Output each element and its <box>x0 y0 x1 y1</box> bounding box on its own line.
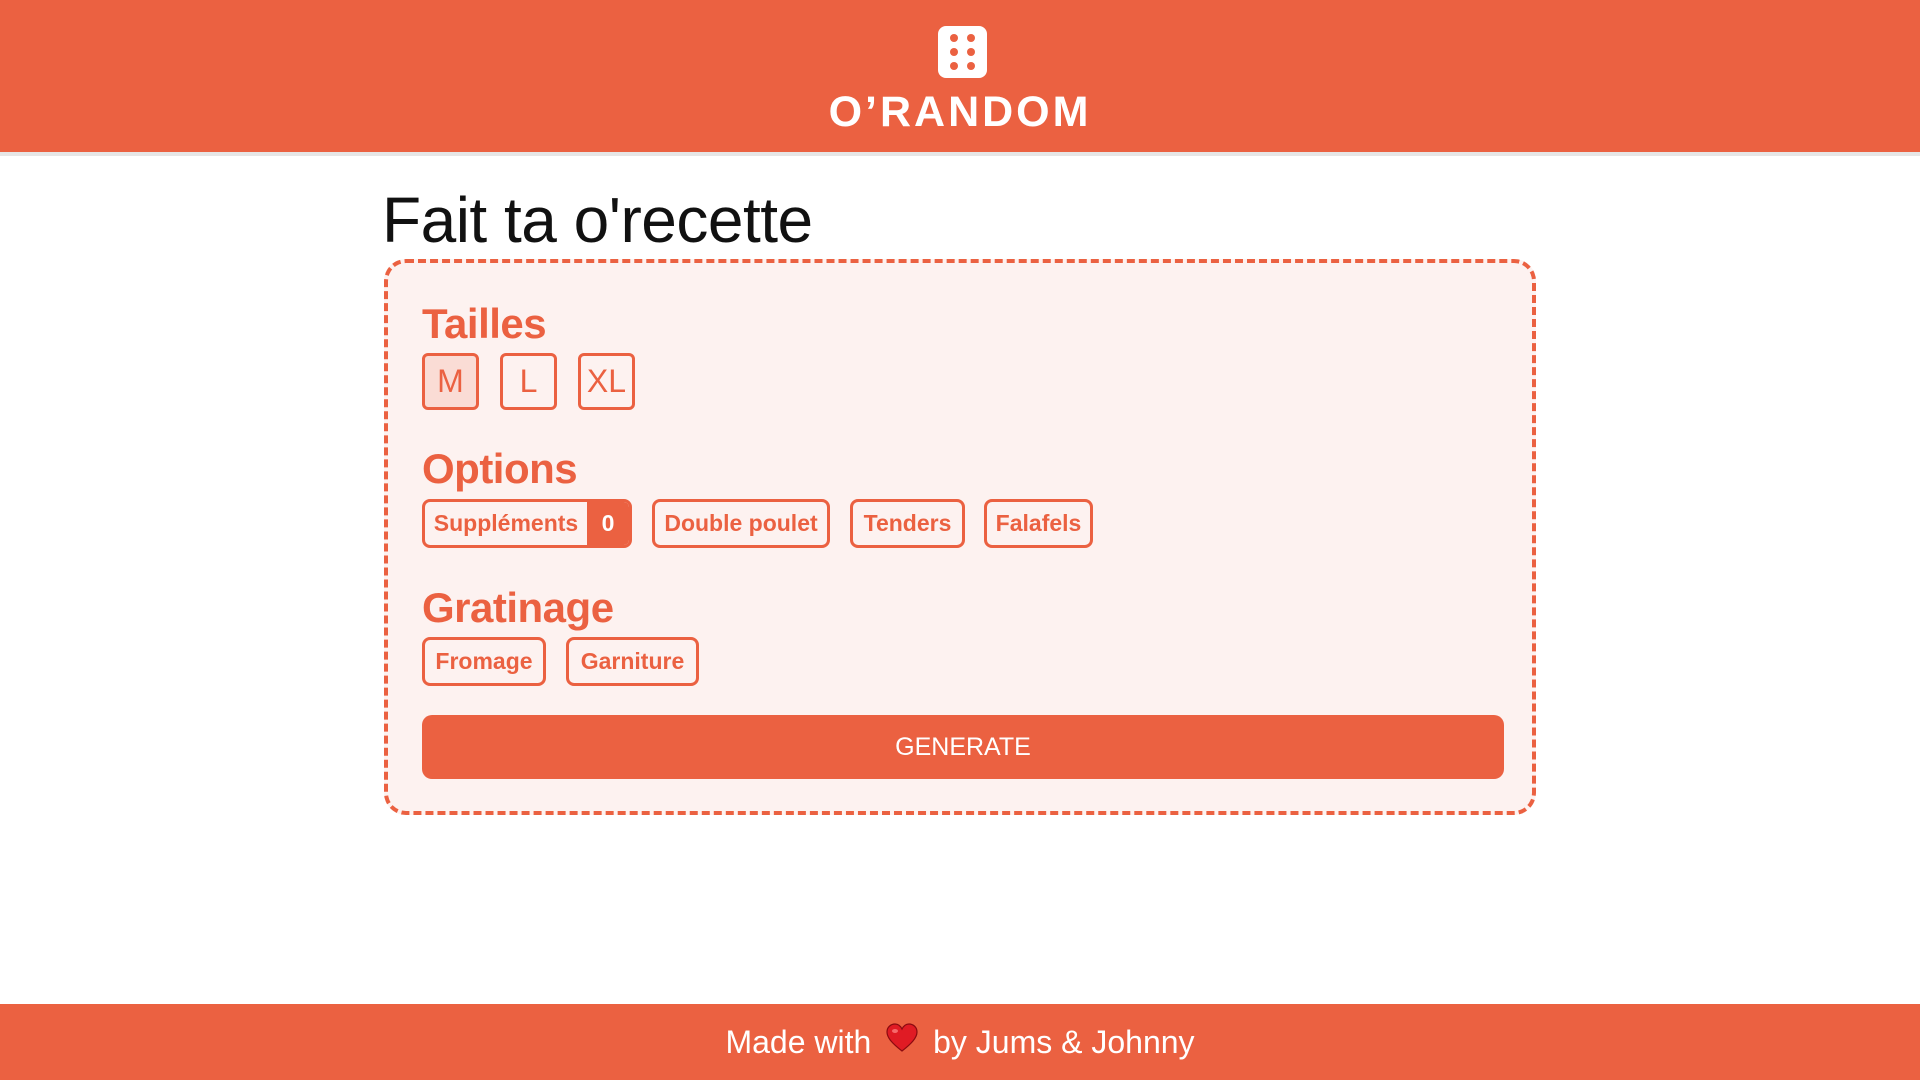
gratinage-fromage[interactable]: Fromage <box>422 637 546 686</box>
size-option-m[interactable]: M <box>422 353 479 410</box>
size-option-xl[interactable]: XL <box>578 353 635 410</box>
heart-icon <box>886 1004 918 1080</box>
size-option-l[interactable]: L <box>500 353 557 410</box>
page-title: Fait ta o'recette <box>382 184 813 256</box>
supplements-count-badge: 0 <box>587 502 629 545</box>
option-falafels[interactable]: Falafels <box>984 499 1093 548</box>
dice-pip <box>967 48 975 56</box>
dice-pip <box>950 48 958 56</box>
options-section-title: Options <box>422 445 578 492</box>
dice-pip <box>967 34 975 42</box>
brand-name: O’RANDOM <box>828 88 1092 136</box>
generate-button[interactable]: GENERATE <box>422 715 1504 779</box>
footer-text-before: Made with <box>725 1024 872 1060</box>
app-footer: Made with by Jums & Johnny <box>0 1004 1920 1080</box>
dice-pip <box>950 34 958 42</box>
option-tenders[interactable]: Tenders <box>850 499 965 548</box>
dice-pip <box>950 62 958 70</box>
sizes-section-title: Tailles <box>422 300 547 347</box>
supplements-label: Suppléments <box>433 510 579 536</box>
recipe-form-card: Tailles M L XL Options Suppléments 0 Dou… <box>384 259 1536 815</box>
dice-logo-icon <box>938 26 987 78</box>
option-double-poulet[interactable]: Double poulet <box>652 499 830 548</box>
footer-text-after: by Jums & Johnny <box>933 1024 1195 1060</box>
app-header: O’RANDOM <box>0 0 1920 156</box>
gratinage-garniture[interactable]: Garniture <box>566 637 699 686</box>
gratinage-section-title: Gratinage <box>422 584 614 631</box>
dice-pip <box>967 62 975 70</box>
supplements-counter[interactable]: Suppléments 0 <box>422 499 632 548</box>
